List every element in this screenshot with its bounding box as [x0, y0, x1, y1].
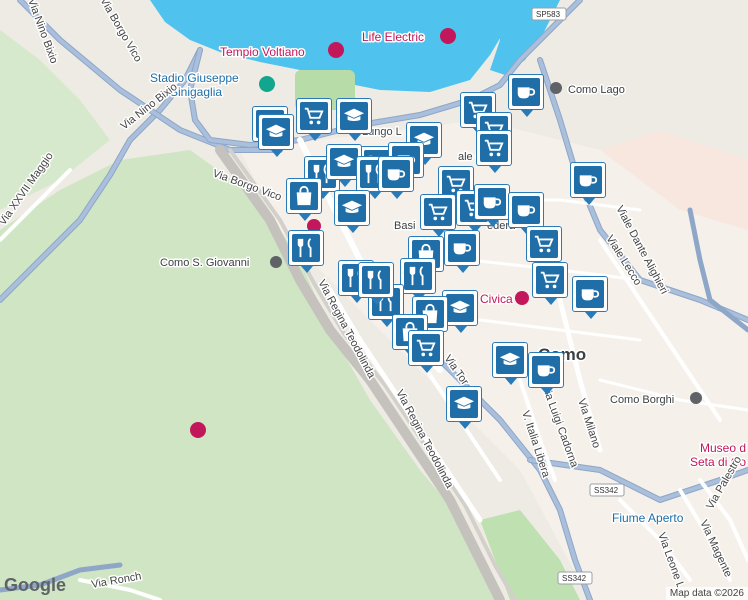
shopping-cart-icon	[300, 102, 328, 130]
shopping-bag-icon	[290, 182, 318, 210]
education-icon	[340, 102, 368, 130]
shopping-cart-icon	[412, 334, 440, 362]
coffee-icon	[478, 188, 506, 216]
marker-education[interactable]	[334, 190, 370, 233]
education-icon	[330, 148, 358, 176]
coffee-icon	[382, 160, 410, 188]
road-shield-ss342: SS342	[589, 483, 625, 497]
train-station-icon[interactable]	[270, 256, 282, 268]
label-como-s-giovanni[interactable]: Como S. Giovanni	[159, 256, 251, 271]
label-civica: Civica	[480, 292, 513, 306]
road-shield-sp583: SP583	[531, 7, 567, 21]
museum-icon[interactable]	[190, 422, 206, 438]
coffee-icon	[512, 196, 540, 224]
coffee-icon	[532, 356, 560, 384]
marker-shopping-bag[interactable]	[286, 178, 322, 221]
marker-coffee[interactable]	[444, 230, 480, 273]
education-icon	[338, 194, 366, 222]
marker-shopping-cart[interactable]	[420, 194, 456, 237]
shopping-cart-icon	[480, 134, 508, 162]
marker-shopping-cart[interactable]	[526, 226, 562, 269]
coffee-icon	[512, 78, 540, 106]
label-fiume-aperto[interactable]: Fiume Aperto	[611, 510, 686, 527]
coffee-icon	[576, 280, 604, 308]
marker-restaurant[interactable]	[288, 230, 324, 273]
label-stadio[interactable]: Stadio Giuseppe	[149, 70, 241, 87]
train-station-icon[interactable]	[550, 82, 562, 94]
marker-education[interactable]	[336, 98, 372, 141]
museum-icon[interactable]	[515, 291, 529, 305]
education-icon	[450, 390, 478, 418]
restaurant-icon	[404, 262, 432, 290]
train-station-icon[interactable]	[690, 392, 702, 404]
marker-coffee[interactable]	[528, 352, 564, 395]
shopping-cart-icon	[530, 230, 558, 258]
education-icon	[496, 346, 524, 374]
label-basilica: Basi	[394, 220, 415, 232]
marker-restaurant[interactable]	[358, 262, 394, 305]
marker-education[interactable]	[446, 386, 482, 429]
marker-shopping-cart[interactable]	[532, 262, 568, 305]
google-logo: Google	[4, 575, 66, 595]
marker-restaurant[interactable]	[400, 258, 436, 301]
shopping-cart-icon	[424, 198, 452, 226]
marker-shopping-cart[interactable]	[476, 130, 512, 173]
label-tempio[interactable]: Tempio Voltiano	[219, 44, 307, 61]
education-icon	[446, 294, 474, 322]
marker-coffee[interactable]	[474, 184, 510, 227]
map-attribution[interactable]: Map data ©2026	[665, 587, 748, 600]
marker-coffee[interactable]	[378, 156, 414, 199]
restaurant-icon	[292, 234, 320, 262]
svg-text:SP583: SP583	[536, 10, 561, 19]
education-icon	[262, 118, 290, 146]
label-stadio-2[interactable]: Sinigaglia	[169, 84, 224, 101]
marker-shopping-cart[interactable]	[408, 330, 444, 373]
marker-coffee[interactable]	[508, 74, 544, 117]
marker-coffee[interactable]	[570, 162, 606, 205]
label-como-borghi[interactable]: Como Borghi	[609, 393, 676, 408]
stadium-icon[interactable]	[259, 76, 275, 92]
label-museo[interactable]: Museo d	[699, 440, 748, 457]
marker-education[interactable]	[492, 342, 528, 385]
shopping-cart-icon	[536, 266, 564, 294]
road-shield-ss342: SS342	[557, 571, 593, 585]
svg-text:SS342: SS342	[594, 486, 619, 495]
marker-coffee[interactable]	[508, 192, 544, 235]
svg-text:SS342: SS342	[562, 574, 587, 583]
museum-icon[interactable]	[328, 42, 344, 58]
marker-coffee[interactable]	[572, 276, 608, 319]
marker-education[interactable]	[258, 114, 294, 157]
restaurant-icon	[362, 266, 390, 294]
coffee-icon	[574, 166, 602, 194]
marker-shopping-cart[interactable]	[296, 98, 332, 141]
label-life-electric[interactable]: Life Electric	[361, 29, 426, 46]
museum-icon[interactable]	[440, 28, 456, 44]
label-como-lago[interactable]: Como Lago	[567, 83, 627, 98]
coffee-icon	[448, 234, 476, 262]
